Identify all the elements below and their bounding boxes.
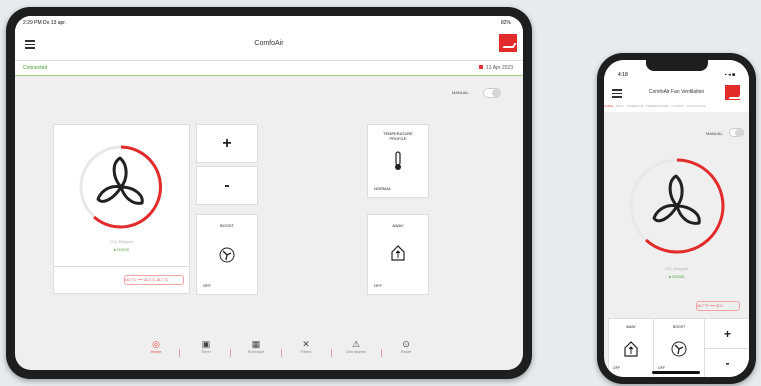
- phone-away-button[interactable]: AWAY OFF: [608, 318, 654, 377]
- connection-bar: Connected 13 Apr 2023: [15, 60, 523, 76]
- phone-house-icon: [624, 341, 638, 357]
- co2-label: CO₂ 541ppm: [109, 239, 134, 244]
- nav-item-schedule[interactable]: ▦ Schedule: [231, 339, 281, 355]
- phone-tabs: HOME AWAY SCHEDULE TEMPERATURE FILTERS U…: [604, 104, 749, 112]
- nav-item-home[interactable]: ◎ Home: [131, 339, 181, 355]
- manual-label: MANUAL: [452, 90, 469, 95]
- phone-home-indicator: [652, 371, 700, 374]
- fan-card: CO₂ 541ppm ● GOOD: [53, 124, 190, 268]
- phone-notch: [646, 60, 708, 71]
- phone-fan-increase-button[interactable]: +: [704, 318, 749, 349]
- tablet-header: ComfoAir: [15, 30, 523, 60]
- fan-increase-button[interactable]: +: [196, 124, 258, 163]
- house-icon: [391, 245, 405, 261]
- boost-button[interactable]: BOOST OFF: [196, 214, 258, 295]
- phone-boost-button[interactable]: BOOST OFF: [653, 318, 705, 377]
- temperature-card: 16.7 °C ⟶ 21.0 °C 16.7 °C: [53, 266, 190, 294]
- tools-icon: ✕: [302, 339, 310, 349]
- calendar-icon: ▦: [251, 339, 261, 349]
- bottom-navigation: ◎ Home ▣ Timer ▦ Schedule ✕ Filters ⚠ Unit al…: [131, 339, 436, 366]
- phone-temperature-readout: 16.7 °C ⟶ 21.0: [696, 301, 740, 311]
- brand-logo: [499, 34, 517, 52]
- phone-brand-logo: [725, 85, 740, 100]
- phone-tab-filters[interactable]: FILTERS: [671, 104, 683, 108]
- nav-item-unit-alarms[interactable]: ⚠ Unit alarms: [331, 339, 381, 355]
- phone-tab-away[interactable]: AWAY: [616, 104, 624, 108]
- boost-fan-icon: [219, 247, 235, 263]
- phone-boost-label: BOOST: [672, 325, 686, 329]
- away-button[interactable]: AWAY OFF: [367, 214, 429, 295]
- phone-fan-decrease-button[interactable]: -: [704, 348, 749, 377]
- tablet-screen: 2:29 PM Do 13 apr. 82% ComfoAir Connecte…: [15, 16, 523, 370]
- phone-away-state: OFF: [613, 366, 620, 370]
- reset-icon: ⊙: [402, 339, 410, 349]
- phone-co2-label: CO₂ 541ppm: [664, 266, 689, 271]
- current-date: 13 Apr 2023: [479, 65, 513, 71]
- phone-away-label: AWAY: [626, 325, 636, 329]
- nav-item-timer[interactable]: ▣ Timer: [181, 339, 231, 355]
- connection-status: Connected: [23, 65, 48, 71]
- manual-toggle[interactable]: [483, 88, 501, 98]
- phone-tab-schedule[interactable]: SCHEDULE: [627, 104, 643, 108]
- phone-tab-home[interactable]: HOME: [604, 104, 613, 108]
- phone-boost-state: OFF: [658, 366, 665, 370]
- phone-status-time: 4:18: [618, 72, 628, 78]
- boost-state: OFF: [203, 283, 211, 288]
- tablet-device: 2:29 PM Do 13 apr. 82% ComfoAir Connecte…: [6, 7, 532, 379]
- phone-screen: 4:18 ▪ ◂ ■ ComfoAir Fan Ventilation HOME…: [604, 60, 749, 377]
- tablet-status-bar: 2:29 PM Do 13 apr. 82%: [15, 16, 523, 30]
- phone-device: 4:18 ▪ ◂ ■ ComfoAir Fan Ventilation HOME…: [597, 53, 756, 384]
- temperature-profile-label: TEMPERATURE PROFILE: [383, 131, 413, 141]
- fan-decrease-button[interactable]: -: [196, 166, 258, 205]
- boost-label: BOOST: [219, 223, 234, 228]
- phone-tab-temperature[interactable]: TEMPERATURE: [646, 104, 668, 108]
- phone-boost-fan-icon: [671, 341, 687, 357]
- temperature-profile-button[interactable]: TEMPERATURE PROFILE NORMAL: [367, 124, 429, 198]
- air-quality-status: ● GOOD: [113, 247, 130, 252]
- status-time: 2:29 PM Do 13 apr.: [23, 20, 67, 26]
- away-state: OFF: [374, 283, 382, 288]
- fan-icon: [79, 145, 163, 229]
- app-title: ComfoAir: [254, 40, 284, 47]
- temperature-profile-state: NORMAL: [374, 186, 392, 191]
- home-icon: ◎: [152, 339, 160, 349]
- away-label: AWAY: [392, 223, 404, 228]
- temperature-readout: 16.7 °C ⟶ 21.0 °C 16.7 °C: [124, 275, 184, 285]
- phone-tab-unit-status[interactable]: UNIT STATUS: [686, 104, 705, 108]
- nav-item-reset[interactable]: ⊙ Reset: [381, 339, 431, 355]
- warning-icon: ⚠: [351, 339, 361, 349]
- clipboard-icon: ▣: [201, 339, 211, 349]
- nav-item-filters[interactable]: ✕ Filters: [281, 339, 331, 355]
- phone-header: ComfoAir Fan Ventilation: [604, 82, 749, 104]
- phone-status-system: ▪ ◂ ■: [724, 72, 735, 78]
- thermometer-icon: [395, 151, 401, 170]
- phone-manual-label: MANUAL: [706, 131, 723, 136]
- phone-air-quality-status: ● GOOD: [668, 274, 685, 279]
- phone-manual-toggle[interactable]: [729, 128, 744, 137]
- status-system: 82%: [500, 20, 511, 26]
